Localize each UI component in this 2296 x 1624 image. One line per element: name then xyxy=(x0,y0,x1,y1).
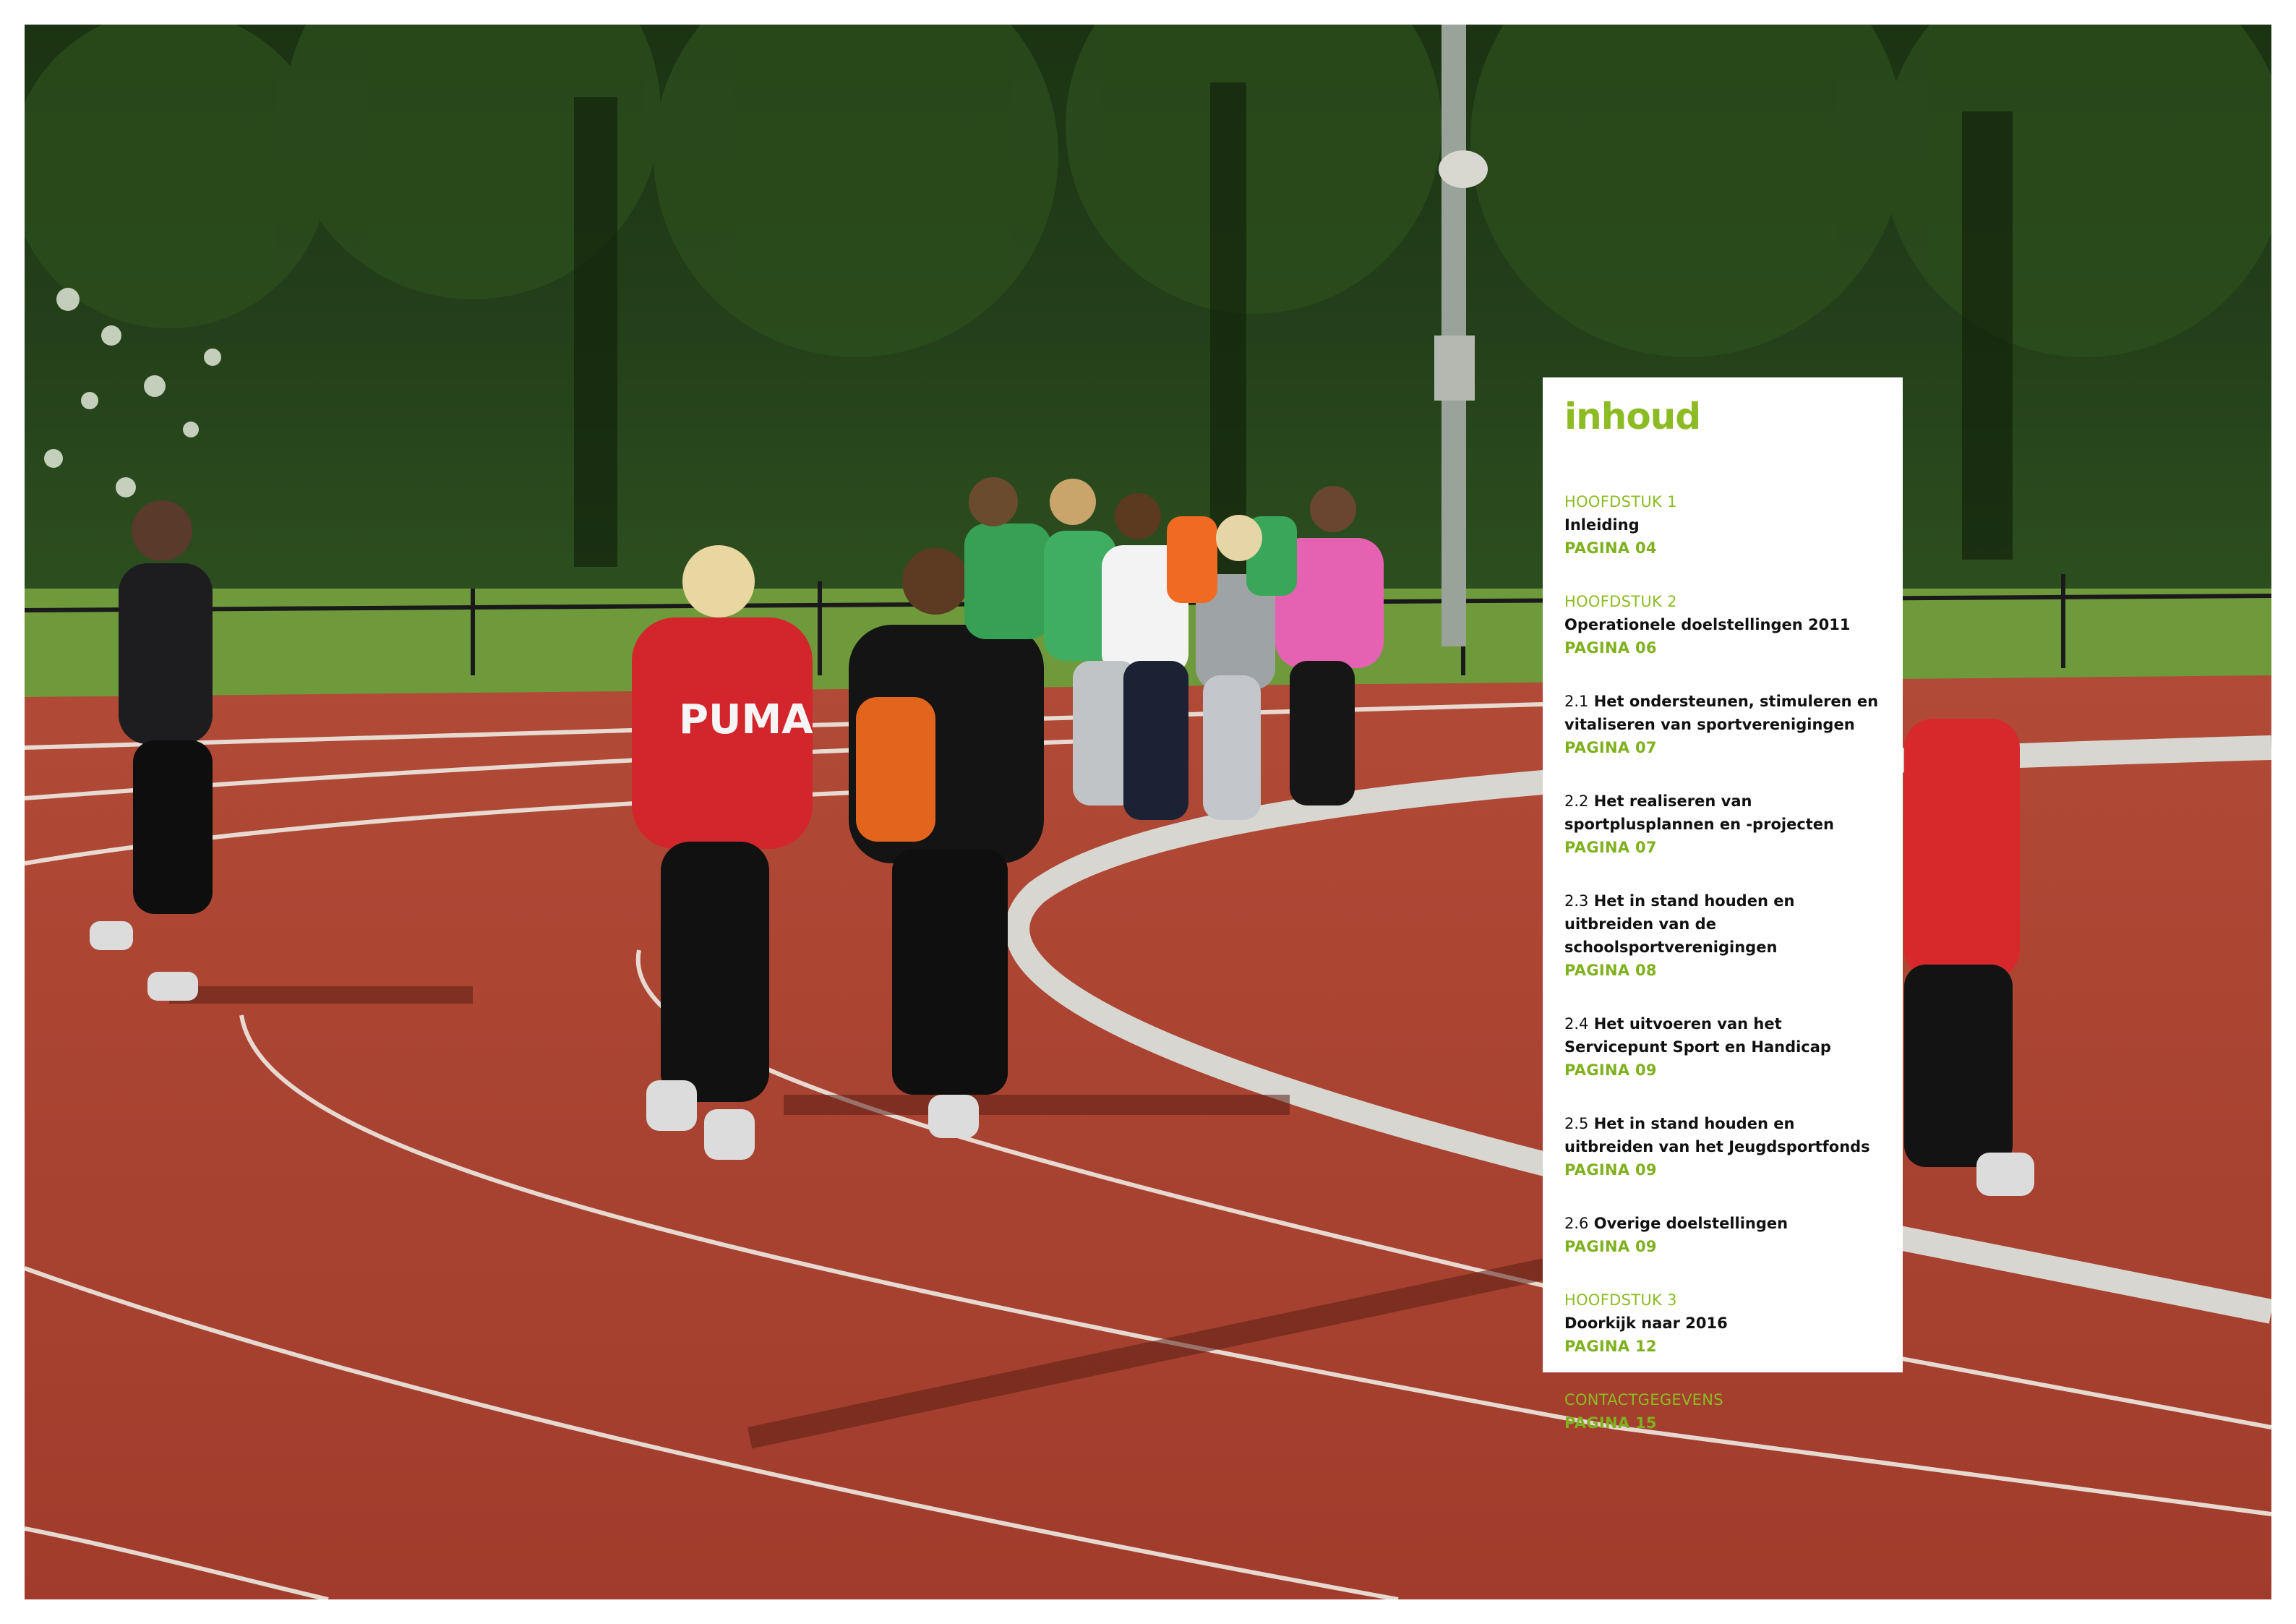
toc-chapter-label: CONTACTGEGEVENS xyxy=(1564,1391,1723,1409)
toc-entry[interactable]: 2.4 Het uitvoeren van het Servicepunt Sp… xyxy=(1564,1012,1881,1082)
toc-entry-title: 2.5 Het in stand houden en uitbreiden va… xyxy=(1564,1112,1881,1158)
toc-entry[interactable]: 2.6 Overige doelstellingen PAGINA 09 xyxy=(1564,1212,1881,1258)
toc-section-number: 2.1 xyxy=(1564,693,1589,710)
toc-entry-text: Het realiseren van sportplusplannen en -… xyxy=(1564,792,1834,833)
toc-entry-title: Doorkijk naar 2016 xyxy=(1564,1312,1881,1335)
toc-entry-title: 2.3 Het in stand houden en uitbreiden va… xyxy=(1564,889,1881,959)
toc-entry-text: Het in stand houden en uitbreiden van de… xyxy=(1564,892,1795,956)
toc-title: inhoud xyxy=(1564,396,1701,437)
toc-section-number: 2.6 xyxy=(1564,1215,1589,1232)
toc-entry-title: 2.1 Het ondersteunen, stimuleren en vita… xyxy=(1564,690,1881,736)
toc-page-number: PAGINA 06 xyxy=(1564,639,1657,657)
toc-section-number: 2.3 xyxy=(1564,892,1589,910)
track-photo: PUMA xyxy=(25,25,2271,1599)
toc-entry[interactable]: HOOFDSTUK 1 Inleiding PAGINA 04 xyxy=(1564,490,1881,560)
toc-entry[interactable]: HOOFDSTUK 3 Doorkijk naar 2016 PAGINA 12 xyxy=(1564,1288,1881,1358)
toc-entry[interactable]: 2.3 Het in stand houden en uitbreiden va… xyxy=(1564,889,1881,982)
toc-entry[interactable]: 2.2 Het realiseren van sportplusplannen … xyxy=(1564,790,1881,859)
toc-chapter-label: HOOFDSTUK 2 xyxy=(1564,593,1677,610)
toc-entry-title: 2.2 Het realiseren van sportplusplannen … xyxy=(1564,790,1881,836)
toc-entry-text: Overige doelstellingen xyxy=(1593,1215,1789,1232)
toc-page-number: PAGINA 12 xyxy=(1564,1338,1657,1355)
toc-entry[interactable]: CONTACTGEGEVENS PAGINA 15 xyxy=(1564,1388,1881,1435)
toc-entry[interactable]: 2.1 Het ondersteunen, stimuleren en vita… xyxy=(1564,690,1881,759)
toc-page-number: PAGINA 07 xyxy=(1564,739,1657,756)
toc-page-number: PAGINA 09 xyxy=(1564,1238,1657,1255)
toc-section-number: 2.2 xyxy=(1564,792,1589,810)
toc-chapter-label: HOOFDSTUK 3 xyxy=(1564,1291,1677,1309)
toc-entries: HOOFDSTUK 1 Inleiding PAGINA 04 HOOFDSTUK 2… xyxy=(1564,490,1881,1435)
toc-page-number: PAGINA 08 xyxy=(1564,962,1657,979)
toc-entry-title: Inleiding xyxy=(1564,513,1881,537)
toc-page-number: PAGINA 09 xyxy=(1564,1161,1657,1179)
toc-entry[interactable]: 2.5 Het in stand houden en uitbreiden va… xyxy=(1564,1112,1881,1181)
toc-page-number: PAGINA 09 xyxy=(1564,1061,1657,1079)
toc-entry-text: Het uitvoeren van het Servicepunt Sport … xyxy=(1564,1015,1831,1056)
table-of-contents: inhoud HOOFDSTUK 1 Inleiding PAGINA 04 HOOF… xyxy=(1543,377,1903,1432)
toc-page-number: PAGINA 07 xyxy=(1564,839,1657,856)
toc-page-number: PAGINA 15 xyxy=(1564,1414,1657,1432)
toc-entry-text: Operationele doelstellingen 2011 xyxy=(1564,616,1851,633)
toc-entry-text: Doorkijk naar 2016 xyxy=(1564,1315,1728,1332)
toc-section-number: 2.5 xyxy=(1564,1115,1589,1132)
jersey-text: PUMA xyxy=(679,696,813,743)
toc-entry-title: 2.4 Het uitvoeren van het Servicepunt Sp… xyxy=(1564,1012,1881,1059)
toc-entry-title: Operationele doelstellingen 2011 xyxy=(1564,613,1881,636)
toc-page-number: PAGINA 04 xyxy=(1564,539,1657,557)
toc-entry-title: 2.6 Overige doelstellingen xyxy=(1564,1212,1881,1235)
toc-section-number: 2.4 xyxy=(1564,1015,1589,1033)
toc-entry-text: Het ondersteunen, stimuleren en vitalise… xyxy=(1564,693,1879,733)
toc-chapter-label: HOOFDSTUK 1 xyxy=(1564,493,1677,510)
toc-entry-text: Het in stand houden en uitbreiden van he… xyxy=(1564,1115,1870,1155)
toc-entry[interactable]: HOOFDSTUK 2 Operationele doelstellingen 2… xyxy=(1564,590,1881,659)
toc-entry-text: Inleiding xyxy=(1564,516,1640,534)
